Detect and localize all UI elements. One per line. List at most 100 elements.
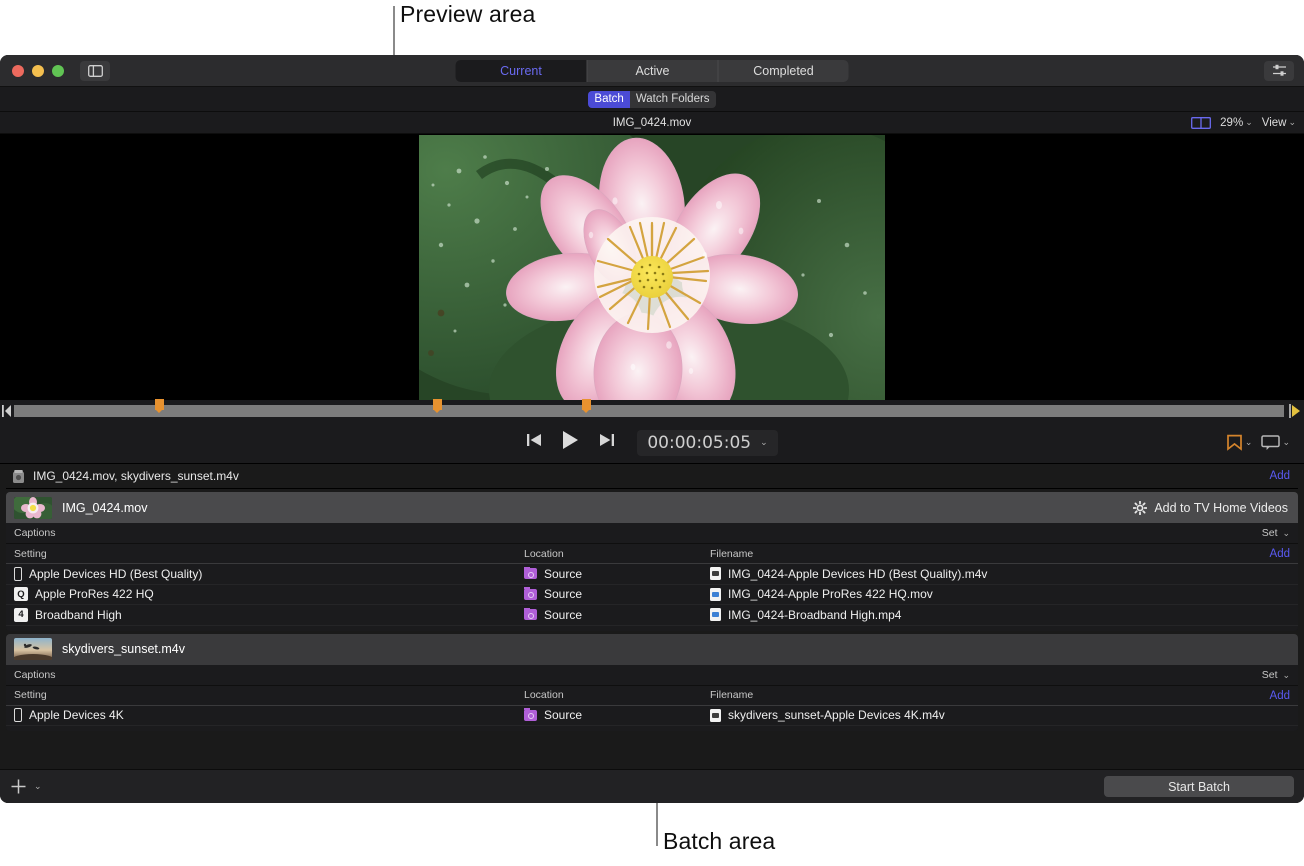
caption-bubble-icon	[1261, 434, 1280, 451]
cell-filename: IMG_0424-Apple Devices HD (Best Quality)…	[702, 567, 1298, 581]
table-row[interactable]: Apple Devices 4K Source skydivers_sunset…	[6, 706, 1298, 727]
table-row[interactable]: Apple Devices HD (Best Quality) Source I…	[6, 564, 1298, 585]
tab-current[interactable]: Current	[456, 60, 587, 82]
next-frame-button[interactable]	[598, 432, 615, 453]
tab-completed[interactable]: Completed	[718, 60, 849, 82]
chevron-down-icon: ⌄	[1282, 528, 1290, 538]
start-batch-button[interactable]: Start Batch	[1104, 776, 1294, 797]
chevron-down-icon: ⌄	[1282, 670, 1290, 680]
job-header[interactable]: IMG_0424.mov Add to TV Home Videos	[6, 492, 1298, 523]
chevron-down-icon: ⌄	[1245, 437, 1253, 448]
output-add-link[interactable]: Add	[1270, 548, 1290, 560]
traffic-lights	[12, 65, 64, 77]
minimize-button[interactable]	[32, 65, 44, 77]
annotation-batch-area: Batch area	[663, 828, 775, 855]
device-icon	[14, 567, 22, 581]
job-header[interactable]: skydivers_sunset.m4v	[6, 634, 1298, 665]
view-mode-tabs[interactable]: Current Active Completed	[456, 60, 849, 82]
job-output-table: Setting Location Filename Add Apple Devi…	[6, 686, 1298, 732]
output-add-link[interactable]: Add	[1270, 690, 1290, 702]
location-label: Source	[544, 708, 582, 722]
timeline-marker[interactable]	[155, 399, 164, 410]
view-menu-button[interactable]: View ⌄	[1262, 117, 1296, 129]
folder-icon	[524, 568, 537, 579]
lotus-flower-image	[419, 135, 885, 400]
table-padding	[6, 626, 1298, 631]
table-row[interactable]: Q Apple ProRes 422 HQ Source IMG_0424-Ap…	[6, 585, 1298, 606]
zoom-level-button[interactable]: 29% ⌄	[1220, 117, 1253, 129]
sliders-icon	[1272, 64, 1287, 77]
previous-frame-button[interactable]	[526, 432, 543, 453]
batch-mode-bar: Batch Watch Folders	[0, 87, 1304, 112]
setting-label: Apple ProRes 422 HQ	[35, 587, 154, 601]
timecode-field[interactable]: 00:00:05:05 ⌄	[637, 430, 777, 456]
column-header-location: Location	[516, 548, 702, 560]
add-file-button[interactable]: ⌄	[10, 778, 42, 795]
quality-4-badge-icon: 4	[14, 608, 28, 622]
chevron-down-icon: ⌄	[34, 781, 42, 792]
captions-label: Captions	[14, 527, 55, 539]
timeline-marker[interactable]	[582, 399, 591, 410]
column-header-location: Location	[516, 689, 702, 701]
captions-set-button[interactable]: Set ⌄	[1262, 669, 1290, 681]
folder-icon	[524, 710, 537, 721]
zoom-button[interactable]	[52, 65, 64, 77]
compressor-window: Current Active Completed Batch Watch Fol…	[0, 55, 1304, 803]
annotation-preview-area: Preview area	[400, 1, 535, 28]
bookmark-icon	[1226, 434, 1243, 451]
column-header-setting: Setting	[6, 548, 516, 560]
pill-watch-folders[interactable]: Watch Folders	[630, 91, 716, 108]
location-label: Source	[544, 608, 582, 622]
setting-label: Broadband High	[35, 608, 122, 622]
cell-setting: Apple Devices 4K	[6, 708, 516, 722]
job-name: skydivers_sunset.m4v	[62, 642, 185, 656]
table-padding	[6, 726, 1298, 731]
batch-mode-pills[interactable]: Batch Watch Folders	[588, 91, 715, 108]
device-icon	[14, 708, 22, 722]
skip-to-end-button[interactable]	[1286, 403, 1302, 424]
split-view-icon	[1191, 117, 1211, 129]
window-titlebar: Current Active Completed	[0, 55, 1304, 87]
table-row[interactable]: 4 Broadband High Source IMG_0424-Broadba…	[6, 605, 1298, 626]
table-header-row: Setting Location Filename Add	[6, 686, 1298, 706]
pill-batch[interactable]: Batch	[588, 91, 629, 108]
batch-title: IMG_0424.mov, skydivers_sunset.m4v	[33, 469, 239, 483]
job-captions-row: Captions Set ⌄	[6, 523, 1298, 544]
preview-area[interactable]	[0, 134, 1304, 400]
captions-label: Captions	[14, 669, 55, 681]
zoom-level-value: 29%	[1220, 117, 1243, 129]
sidebar-toggle-button[interactable]	[80, 61, 110, 81]
captions-set-button[interactable]: Set ⌄	[1262, 527, 1290, 539]
cell-location: Source	[516, 567, 702, 581]
tab-active[interactable]: Active	[587, 60, 718, 82]
split-view-button[interactable]	[1191, 117, 1211, 129]
document-icon	[710, 608, 721, 621]
timeline-scrubber[interactable]	[0, 400, 1304, 422]
cell-setting: Q Apple ProRes 422 HQ	[6, 587, 516, 601]
cell-location: Source	[516, 608, 702, 622]
play-button[interactable]	[561, 430, 580, 455]
chevron-down-icon: ⌄	[760, 438, 768, 448]
flower-thumbnail-icon	[14, 497, 52, 519]
filename-label: skydivers_sunset-Apple Devices 4K.m4v	[728, 708, 945, 722]
close-button[interactable]	[12, 65, 24, 77]
chevron-down-icon: ⌄	[1245, 117, 1253, 128]
table-header-row: Setting Location Filename Add	[6, 544, 1298, 564]
column-header-setting: Setting	[6, 689, 516, 701]
scrubber-track[interactable]	[14, 405, 1284, 417]
job-destination[interactable]: Add to TV Home Videos	[1133, 501, 1288, 515]
captions-button[interactable]: ⌄	[1261, 434, 1290, 451]
cell-filename: IMG_0424-Broadband High.mp4	[702, 608, 1298, 622]
add-marker-button[interactable]: ⌄	[1226, 434, 1253, 451]
timeline-marker[interactable]	[433, 399, 442, 410]
batch-icon	[12, 469, 25, 484]
captions-set-label: Set	[1262, 527, 1278, 539]
settings-button[interactable]	[1264, 61, 1294, 81]
batch-add-link[interactable]: Add	[1270, 470, 1290, 482]
skip-to-start-button[interactable]	[2, 404, 12, 423]
timecode-value: 00:00:05:05	[647, 433, 751, 453]
chevron-down-icon: ⌄	[1282, 437, 1290, 448]
cell-location: Source	[516, 708, 702, 722]
column-header-filename: Filename	[702, 548, 1298, 560]
play-icon	[561, 430, 580, 450]
